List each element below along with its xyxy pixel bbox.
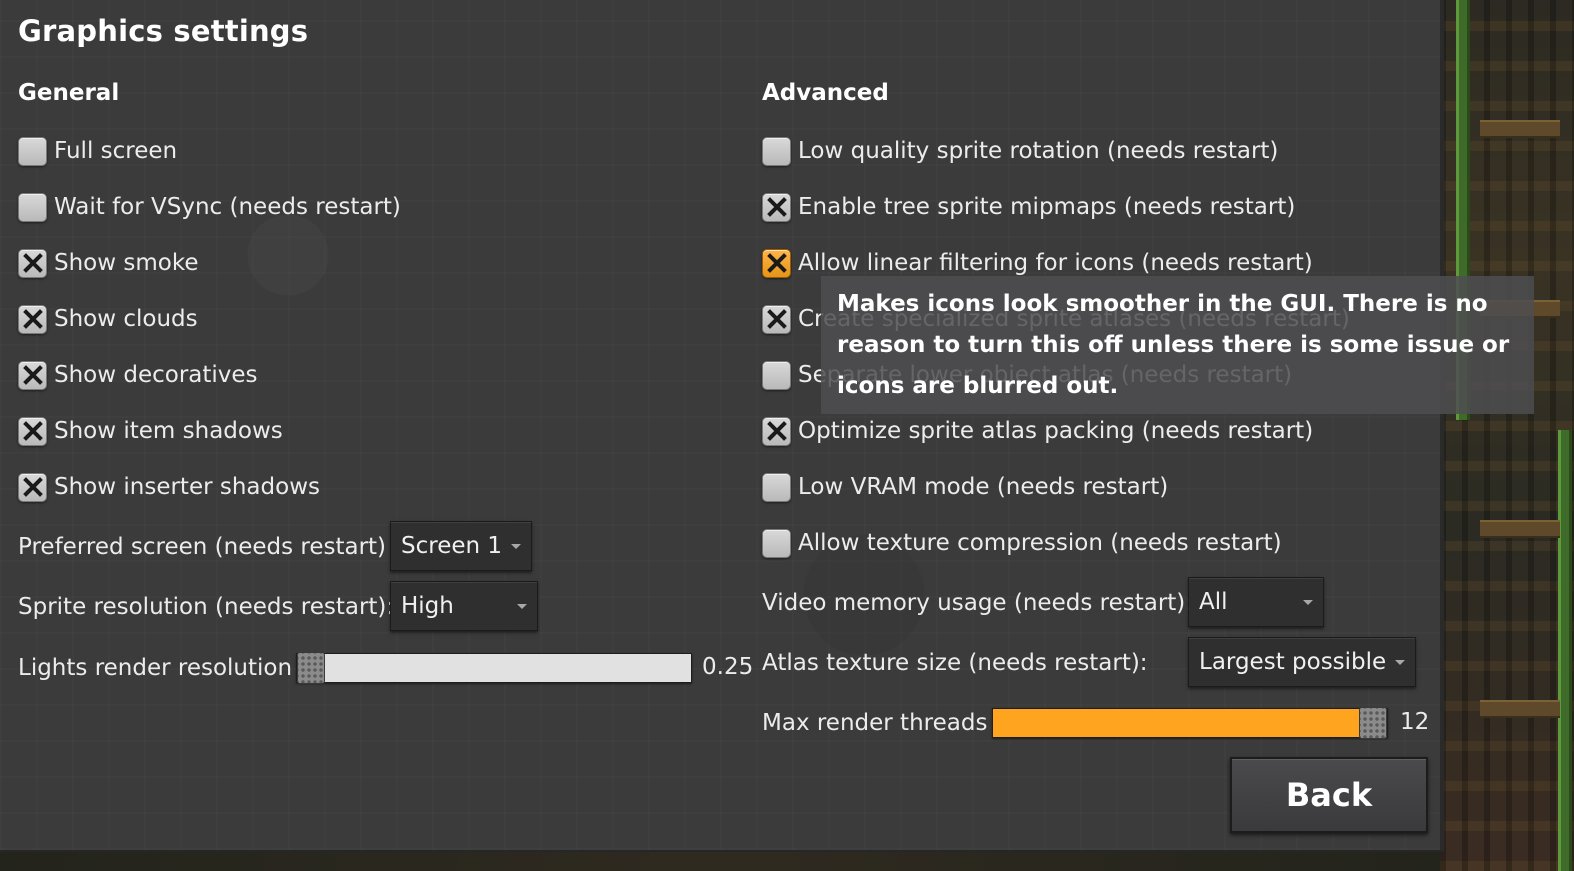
check-x-icon xyxy=(766,253,787,273)
checkbox-row-low-quality-rotation[interactable]: Low quality sprite rotation (needs resta… xyxy=(762,134,1278,168)
chevron-down-icon xyxy=(1303,600,1313,605)
checkbox-label: Allow linear filtering for icons (needs … xyxy=(798,250,1313,276)
checkbox-checked[interactable] xyxy=(762,192,791,222)
video-memory-dropdown[interactable]: All xyxy=(1188,577,1324,627)
advanced-heading: Advanced xyxy=(762,80,889,106)
checkbox-label: Show clouds xyxy=(54,306,198,332)
lights-render-slider[interactable] xyxy=(296,652,692,684)
checkbox-row-full-screen[interactable]: Full screen xyxy=(18,134,177,168)
check-x-icon xyxy=(766,309,787,329)
checkbox-row-show-inserter-shadows[interactable]: Show inserter shadows xyxy=(18,470,320,504)
checkbox-row-show-smoke[interactable]: Show smoke xyxy=(18,246,198,280)
atlas-size-dropdown[interactable]: Largest possible xyxy=(1188,637,1416,687)
chevron-down-icon xyxy=(511,544,521,549)
sprite-resolution-dropdown[interactable]: High xyxy=(390,581,538,631)
checkbox-label: Optimize sprite atlas packing (needs res… xyxy=(798,418,1314,444)
slider-handle[interactable] xyxy=(297,652,325,684)
page-title: Graphics settings xyxy=(18,14,309,48)
checkbox-label: Show smoke xyxy=(54,250,199,276)
checkbox-checked[interactable] xyxy=(18,360,47,390)
check-x-icon xyxy=(22,477,43,497)
check-x-icon xyxy=(22,421,43,441)
checkbox-label: Allow texture compression (needs restart… xyxy=(798,530,1282,556)
checkbox-unchecked[interactable] xyxy=(762,360,791,390)
lights-render-label: Lights render resolution xyxy=(18,655,293,681)
checkbox-checked[interactable] xyxy=(18,472,47,502)
world-belt xyxy=(1480,700,1560,718)
game-world-background xyxy=(1440,0,1574,871)
checkbox-row-vsync[interactable]: Wait for VSync (needs restart) xyxy=(18,190,401,224)
sprite-resolution-value: High xyxy=(401,593,454,619)
world-pipe xyxy=(1558,430,1572,871)
atlas-size-value: Largest possible xyxy=(1199,649,1387,675)
max-threads-value: 12 xyxy=(1400,709,1430,735)
check-x-icon xyxy=(766,421,787,441)
checkbox-label: Full screen xyxy=(54,138,178,164)
checkbox-row-optimize-packing[interactable]: Optimize sprite atlas packing (needs res… xyxy=(762,414,1313,448)
checkbox-checked[interactable] xyxy=(18,248,47,278)
checkbox-row-linear-filtering[interactable]: Allow linear filtering for icons (needs … xyxy=(762,246,1313,280)
checkbox-checked[interactable] xyxy=(762,304,791,334)
checkbox-label: Low VRAM mode (needs restart) xyxy=(798,474,1169,500)
world-belt xyxy=(1480,120,1560,138)
checkbox-label: Show inserter shadows xyxy=(54,474,320,500)
checkbox-unchecked[interactable] xyxy=(18,136,47,166)
checkbox-label: Show decoratives xyxy=(54,362,258,388)
checkbox-label: Wait for VSync (needs restart) xyxy=(54,194,401,220)
video-memory-value: All xyxy=(1199,589,1228,615)
checkbox-label: Enable tree sprite mipmaps (needs restar… xyxy=(798,194,1296,220)
checkbox-row-low-vram[interactable]: Low VRAM mode (needs restart) xyxy=(762,470,1168,504)
checkbox-label: Show item shadows xyxy=(54,418,283,444)
checkbox-checked[interactable] xyxy=(18,304,47,334)
sprite-resolution-label: Sprite resolution (needs restart): xyxy=(18,594,395,620)
back-button[interactable]: Back xyxy=(1230,757,1428,833)
lights-render-value: 0.25 xyxy=(702,654,754,680)
world-belt xyxy=(1480,520,1560,538)
general-heading: General xyxy=(18,80,120,106)
check-x-icon xyxy=(22,253,43,273)
checkbox-unchecked[interactable] xyxy=(762,136,791,166)
checkbox-row-show-decoratives[interactable]: Show decoratives xyxy=(18,358,258,392)
check-x-icon xyxy=(766,197,787,217)
preferred-screen-value: Screen 1 xyxy=(401,533,503,559)
checkbox-row-texture-compression[interactable]: Allow texture compression (needs restart… xyxy=(762,526,1282,560)
checkbox-row-show-clouds[interactable]: Show clouds xyxy=(18,302,198,336)
atlas-size-label: Atlas texture size (needs restart): xyxy=(762,650,1148,676)
slider-handle[interactable] xyxy=(1359,707,1387,739)
checkbox-unchecked[interactable] xyxy=(762,472,791,502)
checkbox-checked[interactable] xyxy=(762,416,791,446)
game-world-bottom xyxy=(0,850,1440,871)
checkbox-checked[interactable] xyxy=(18,416,47,446)
check-x-icon xyxy=(22,309,43,329)
slider-fill xyxy=(993,709,1373,737)
checkbox-unchecked[interactable] xyxy=(18,192,47,222)
checkbox-row-show-item-shadows[interactable]: Show item shadows xyxy=(18,414,283,448)
preferred-screen-label: Preferred screen (needs restart) xyxy=(18,534,387,560)
checkbox-unchecked[interactable] xyxy=(762,528,791,558)
tooltip: Makes icons look smoother in the GUI. Th… xyxy=(821,276,1534,414)
checkbox-row-tree-mipmaps[interactable]: Enable tree sprite mipmaps (needs restar… xyxy=(762,190,1295,224)
max-threads-label: Max render threads xyxy=(762,710,988,736)
chevron-down-icon xyxy=(1395,660,1405,665)
checkbox-label: Low quality sprite rotation (needs resta… xyxy=(798,138,1279,164)
check-x-icon xyxy=(22,365,43,385)
graphics-settings-panel: Graphics settings General Full screen Wa… xyxy=(0,0,1444,852)
video-memory-label: Video memory usage (needs restart): xyxy=(762,590,1194,616)
preferred-screen-dropdown[interactable]: Screen 1 xyxy=(390,521,532,571)
max-threads-slider[interactable] xyxy=(992,707,1388,739)
checkbox-checked[interactable] xyxy=(762,248,791,278)
chevron-down-icon xyxy=(517,604,527,609)
